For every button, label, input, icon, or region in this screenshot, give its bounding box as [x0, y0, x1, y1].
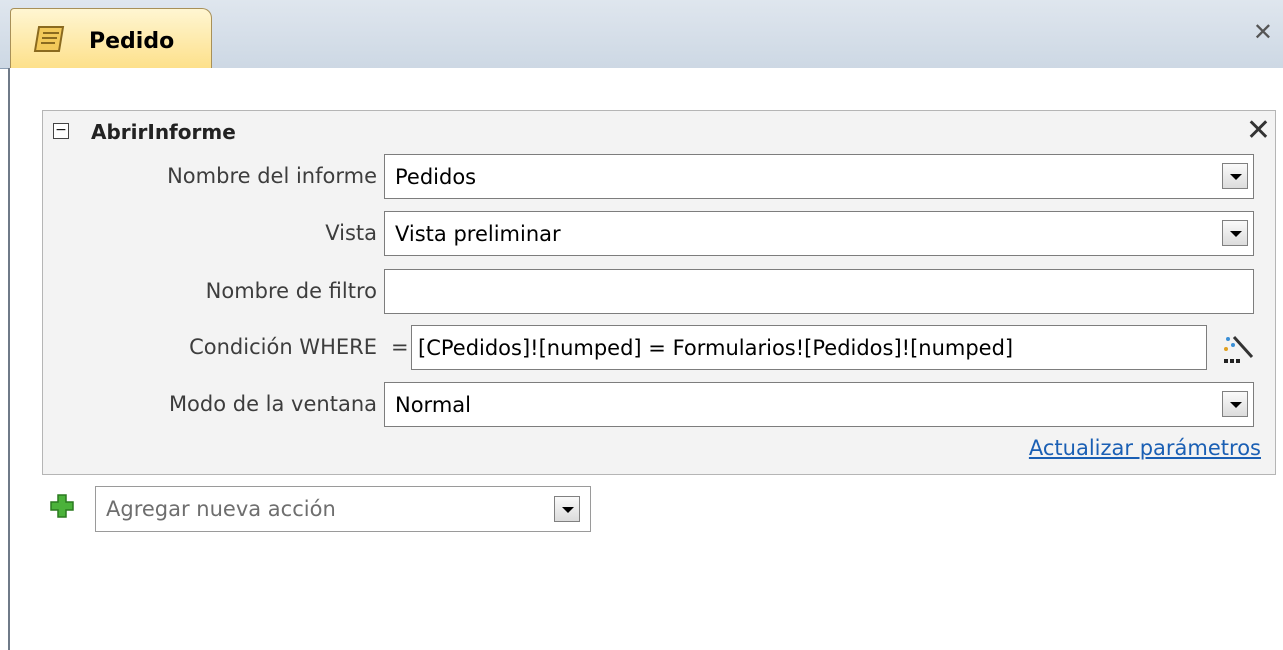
collapse-icon[interactable]: − [53, 123, 69, 139]
label-nombre-filtro: Nombre de filtro [205, 279, 377, 303]
tab-label: Pedido [89, 29, 175, 54]
add-action-plus-icon[interactable] [50, 494, 74, 518]
view-value: Vista preliminar [395, 222, 561, 246]
add-action-placeholder: Agregar nueva acción [106, 497, 336, 521]
label-modo-ventana: Modo de la ventana [168, 392, 377, 416]
window-mode-value: Normal [395, 393, 471, 417]
add-action-dropdown-button[interactable] [554, 496, 580, 522]
document-tab-strip: Pedido ✕ [0, 0, 1283, 69]
update-parameters-link[interactable]: Actualizar parámetros [1029, 436, 1261, 460]
action-title: AbrirInforme [91, 120, 236, 144]
action-block[interactable]: − AbrirInforme ✕ Nombre del informe Pedi… [42, 110, 1276, 475]
label-condicion-where: Condición WHERE [189, 335, 377, 359]
tab-pedido[interactable]: Pedido [10, 8, 212, 69]
macro-designer: − AbrirInforme ✕ Nombre del informe Pedi… [8, 68, 1283, 650]
window-mode-field[interactable]: Normal [384, 382, 1254, 427]
report-name-dropdown-button[interactable] [1222, 163, 1248, 189]
label-nombre-informe: Nombre del informe [167, 164, 377, 188]
view-field[interactable]: Vista preliminar [384, 211, 1254, 256]
where-condition-value: [CPedidos]![numped] = Formularios![Pedid… [418, 336, 1014, 360]
report-name-field[interactable]: Pedidos [384, 154, 1254, 199]
equals-sign: = [391, 335, 409, 359]
view-dropdown-button[interactable] [1222, 220, 1248, 246]
add-new-action-combobox[interactable]: Agregar nueva acción [95, 486, 591, 532]
window-mode-dropdown-button[interactable] [1222, 391, 1248, 417]
where-condition-input[interactable]: [CPedidos]![numped] = Formularios![Pedid… [411, 325, 1207, 370]
report-name-value: Pedidos [395, 165, 477, 189]
label-vista: Vista [325, 221, 377, 245]
expression-builder-icon[interactable] [1220, 327, 1256, 367]
filter-name-input[interactable] [384, 269, 1254, 314]
remove-action-icon[interactable]: ✕ [1246, 113, 1271, 148]
close-icon[interactable]: ✕ [1253, 18, 1273, 46]
macro-icon [33, 26, 65, 52]
